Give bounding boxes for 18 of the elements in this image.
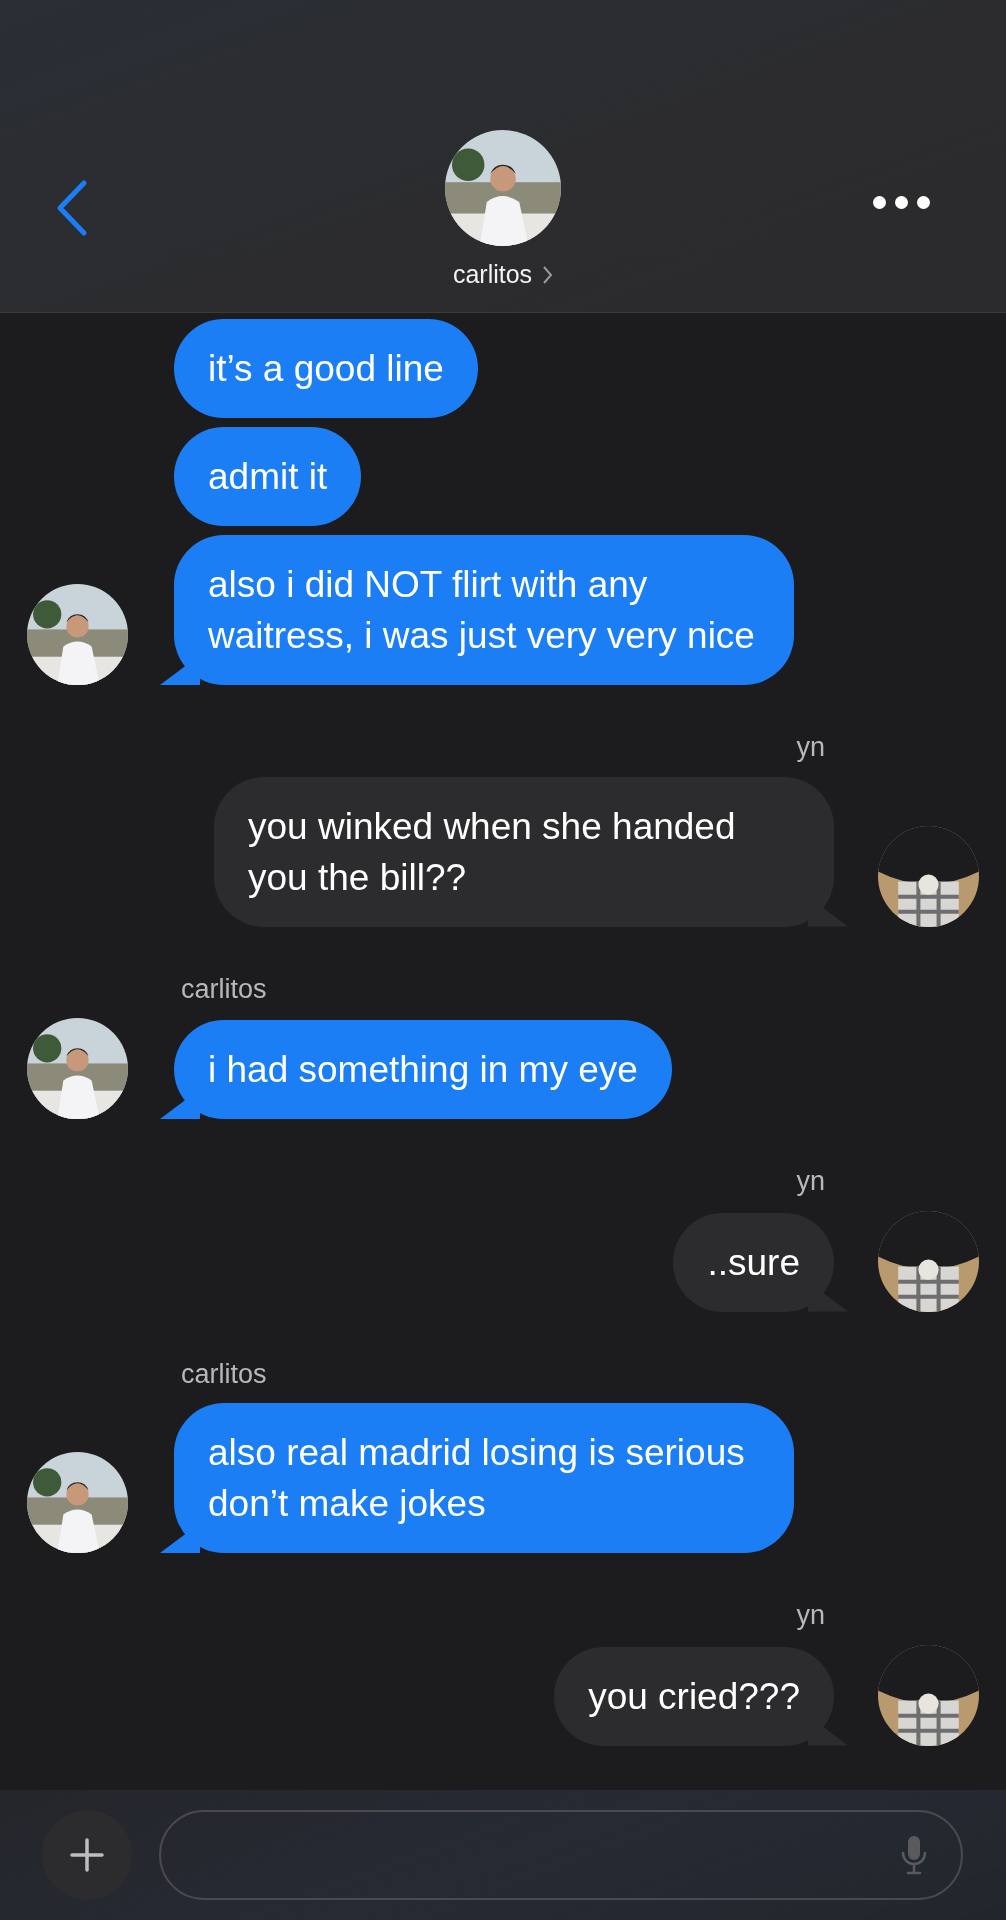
message-bubble: also i did NOT flirt with any waitress, i was just very very nice (174, 535, 794, 685)
sender-name: yn (796, 1165, 825, 1198)
message-bubble: you cried??? (554, 1646, 834, 1746)
microphone-icon (901, 1835, 927, 1875)
message-field[interactable] (159, 1810, 963, 1900)
contact-name[interactable]: carlitos (452, 256, 554, 294)
message-bubble: also real madrid losing is serious don’t make jokes (174, 1403, 794, 1553)
message-bubble: it’s a good line (174, 319, 478, 418)
sender-name: yn (796, 1599, 825, 1632)
message-bubble: you winked when she handed you the bill?? (214, 776, 834, 927)
plus-icon (70, 1838, 104, 1872)
message-bubble: ..sure (673, 1212, 834, 1312)
sender-name: carlitos (181, 1357, 267, 1391)
message-bubble: admit it (174, 427, 362, 526)
chevron-icon (542, 264, 554, 285)
sender-name: yn (796, 731, 825, 764)
sender-name: carlitos (181, 972, 267, 1006)
message-bubble: i had something in my eye (174, 1020, 672, 1119)
